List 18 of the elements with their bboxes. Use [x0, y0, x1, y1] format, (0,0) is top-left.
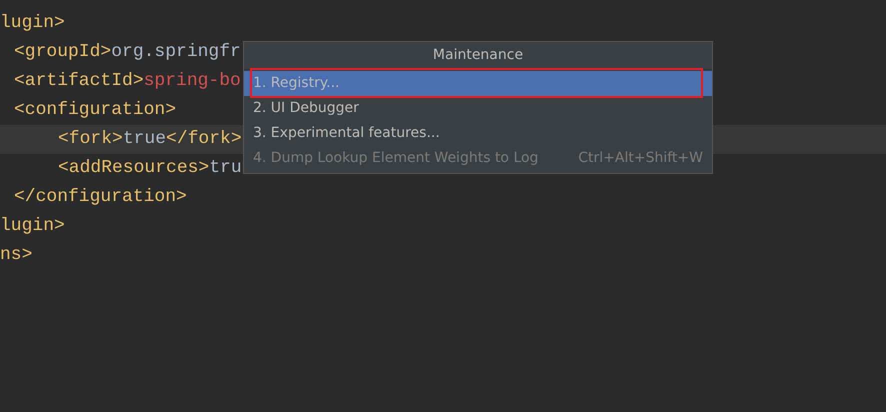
xml-value: org.springfr: [111, 41, 241, 64]
xml-tag: ns>: [0, 242, 32, 269]
xml-tag: <artifactId>: [14, 68, 144, 95]
xml-tag: <configuration>: [14, 97, 176, 124]
error-value: spring-bo: [144, 70, 241, 93]
xml-tag: <groupId>: [14, 39, 112, 66]
popup-title: Maintenance: [244, 42, 712, 70]
xml-tag: </configuration>: [14, 184, 187, 211]
xml-tag: <fork>: [58, 126, 123, 153]
xml-tag: lugin>: [0, 213, 65, 240]
xml-value: true: [122, 128, 166, 151]
menu-item[interactable]: 3. Experimental features...: [244, 121, 712, 146]
menu-item[interactable]: 2. UI Debugger: [244, 96, 712, 121]
xml-tag: </fork>: [166, 126, 242, 153]
shortcut-label: Ctrl+Alt+Shift+W: [578, 149, 703, 168]
xml-tag: lugin>: [0, 10, 65, 37]
xml-tag: <addResources>: [58, 155, 210, 182]
xml-value: tru: [209, 157, 242, 180]
